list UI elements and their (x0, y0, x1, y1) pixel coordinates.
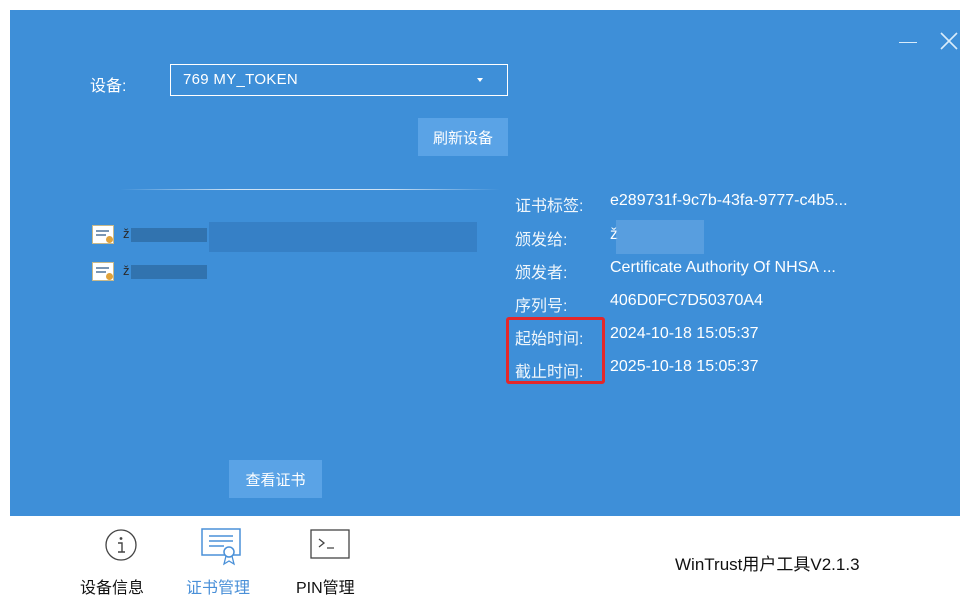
view-certificate-button[interactable]: 查看证书 (229, 460, 322, 498)
terminal-icon (310, 529, 350, 559)
info-icon (105, 529, 137, 561)
redacted-name (131, 228, 207, 242)
list-divider (120, 189, 500, 190)
redacted-name (131, 265, 207, 279)
chevron-down-icon (477, 78, 483, 82)
refresh-devices-button[interactable]: 刷新设备 (418, 118, 508, 156)
detail-label: 证书标签: (515, 198, 584, 215)
certificate-icon (92, 225, 114, 244)
detail-value: 406D0FC7D50370A4 (610, 292, 763, 309)
device-select-value: 769 MY_TOKEN (183, 71, 299, 88)
certificate-name: ž (123, 226, 130, 241)
tab-label: 证书管理 (186, 580, 251, 597)
window-edge (0, 0, 10, 593)
certificate-list-item[interactable]: ž (89, 259, 289, 285)
highlight-annotation (506, 317, 605, 384)
minimize-icon[interactable] (899, 42, 917, 43)
tab-label: 设备信息 (80, 580, 145, 597)
detail-label: 颁发者: (515, 265, 568, 282)
detail-value: e289731f-9c7b-43fa-9777-c4b5... (610, 192, 848, 209)
close-icon[interactable] (938, 30, 960, 52)
selection-highlight (209, 222, 477, 252)
detail-value: 2024-10-18 15:05:37 (610, 325, 759, 342)
tab-label: PIN管理 (296, 580, 355, 597)
device-select[interactable]: 769 MY_TOKEN (170, 64, 508, 96)
redacted-value (616, 220, 704, 254)
app-version-title: WinTrust用户工具V2.1.3 (675, 555, 860, 574)
certificate-icon (92, 262, 114, 281)
certificate-name: ž (123, 263, 130, 278)
detail-label: 颁发给: (515, 232, 568, 249)
device-label: 设备: (90, 78, 127, 95)
detail-label: 序列号: (515, 298, 568, 315)
detail-value: Certificate Authority Of NHSA ... (610, 259, 836, 276)
certificate-icon (201, 528, 241, 566)
detail-value: 2025-10-18 15:05:37 (610, 358, 759, 375)
certificate-list-item[interactable]: ž (89, 222, 477, 252)
